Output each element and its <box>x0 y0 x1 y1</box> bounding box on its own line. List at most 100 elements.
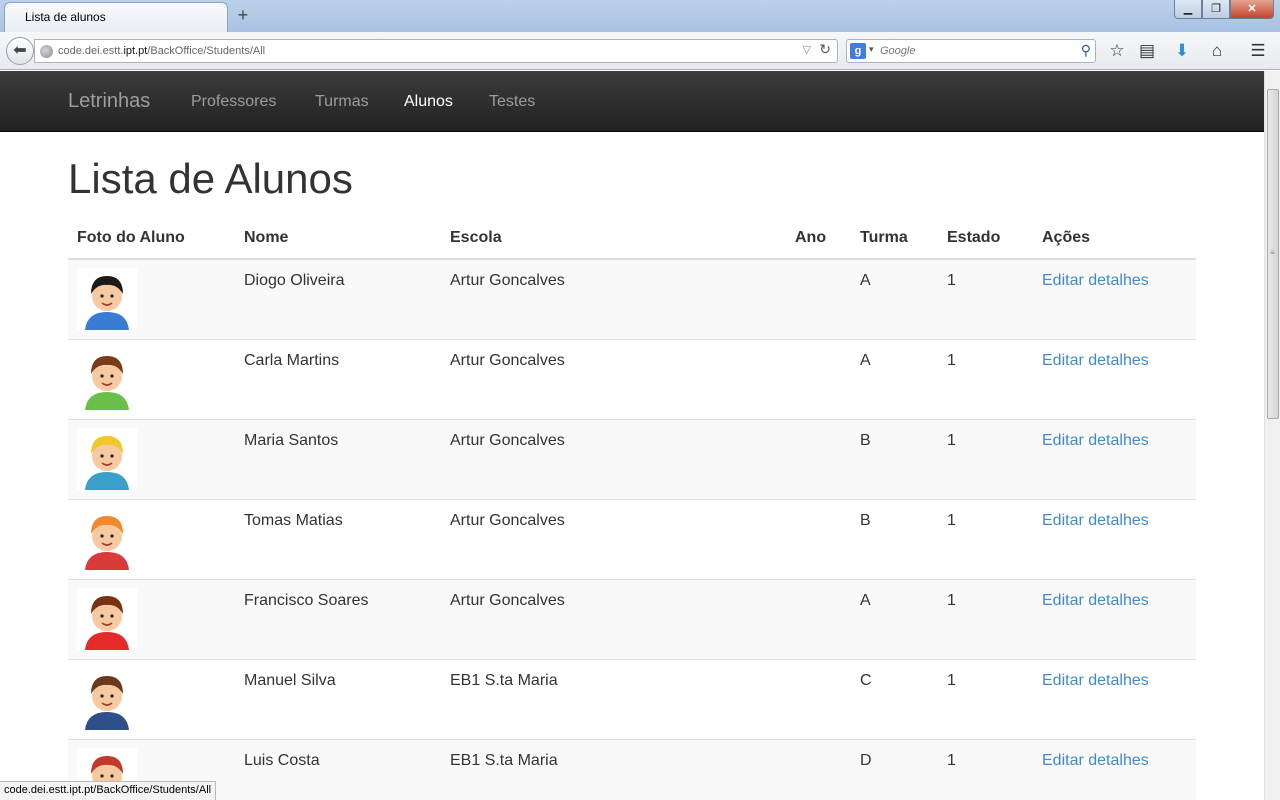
bookmarks-menu-icon[interactable]: ▤ <box>1136 40 1158 62</box>
student-state: 1 <box>938 498 1033 579</box>
page-title: Lista de Alunos <box>68 155 353 202</box>
browser-tab[interactable]: Lista de alunos <box>4 2 228 32</box>
edit-details-link[interactable]: Editar detalhes <box>1042 592 1149 609</box>
student-actions: Editar detalhes <box>1033 418 1196 499</box>
new-tab-button[interactable]: + <box>232 4 254 26</box>
edit-details-link[interactable]: Editar detalhes <box>1042 432 1149 449</box>
student-actions: Editar detalhes <box>1033 258 1196 339</box>
student-actions: Editar detalhes <box>1033 658 1196 739</box>
column-header-name: Nome <box>235 221 441 260</box>
student-state: 1 <box>938 738 1033 800</box>
student-year <box>786 418 851 499</box>
navbar-brand[interactable]: Letrinhas <box>68 90 150 113</box>
student-school: Artur Goncalves <box>441 498 786 579</box>
edit-details-link[interactable]: Editar detalhes <box>1042 752 1149 769</box>
student-actions: Editar detalhes <box>1033 338 1196 419</box>
vertical-scrollbar[interactable]: ≡ <box>1264 71 1280 800</box>
edit-details-link[interactable]: Editar detalhes <box>1042 352 1149 369</box>
google-icon[interactable]: g <box>850 43 866 59</box>
students-table: Foto do Aluno Nome Escola Ano Turma Esta… <box>68 221 1196 800</box>
student-photo <box>68 338 235 419</box>
status-bar: code.dei.estt.ipt.pt/BackOffice/Students… <box>0 781 217 800</box>
edit-details-link[interactable]: Editar detalhes <box>1042 672 1149 689</box>
student-class: B <box>851 498 938 579</box>
student-state: 1 <box>938 418 1033 499</box>
student-school: EB1 S.ta Maria <box>441 738 786 800</box>
reload-icon[interactable]: ↻ <box>819 41 831 58</box>
bookmark-star-icon[interactable]: ☆ <box>1106 40 1128 62</box>
nav-link-turmas[interactable]: Turmas <box>315 93 369 111</box>
student-year <box>786 578 851 659</box>
edit-details-link[interactable]: Editar detalhes <box>1042 512 1149 529</box>
nav-link-alunos[interactable]: Alunos <box>404 93 453 111</box>
student-actions: Editar detalhes <box>1033 578 1196 659</box>
edit-details-link[interactable]: Editar detalhes <box>1042 272 1149 289</box>
table-row: Manuel Silva EB1 S.ta Maria C 1 Editar detal… <box>68 658 1196 739</box>
window-controls: ▁ ❐ ✕ <box>1174 0 1274 20</box>
student-actions: Editar detalhes <box>1033 738 1196 800</box>
student-class: A <box>851 578 938 659</box>
tab-title: Lista de alunos <box>25 10 106 24</box>
student-year <box>786 658 851 739</box>
student-year <box>786 738 851 800</box>
student-state: 1 <box>938 658 1033 739</box>
column-header-school: Escola <box>441 221 786 260</box>
site-navbar: Letrinhas Professores Turmas Alunos Test… <box>0 71 1264 132</box>
search-placeholder[interactable]: Google <box>880 45 915 57</box>
student-school: Artur Goncalves <box>441 338 786 419</box>
student-class: A <box>851 258 938 339</box>
table-row: Carla Martins Artur Goncalves A 1 Editar det… <box>68 338 1196 419</box>
page-viewport: Letrinhas Professores Turmas Alunos Test… <box>0 71 1264 800</box>
table-row: Luis Costa EB1 S.ta Maria D 1 Editar detalhe… <box>68 738 1196 800</box>
column-header-year: Ano <box>786 221 851 260</box>
browser-toolbar: code.dei.estt.ipt.pt/BackOffice/Students… <box>0 32 1280 70</box>
column-header-photo: Foto do Aluno <box>68 221 235 260</box>
student-photo <box>68 418 235 499</box>
home-icon[interactable]: ⌂ <box>1206 40 1228 62</box>
table-header-row: Foto do Aluno Nome Escola Ano Turma Esta… <box>68 221 1196 260</box>
scrollbar-thumb[interactable]: ≡ <box>1267 89 1279 419</box>
student-class: A <box>851 338 938 419</box>
search-engine-dropdown-icon[interactable]: ▾ <box>869 44 874 55</box>
student-photo <box>68 578 235 659</box>
student-class: C <box>851 658 938 739</box>
student-photo <box>68 658 235 739</box>
student-class: B <box>851 418 938 499</box>
search-bar[interactable]: g ▾ Google ⚲ <box>846 39 1096 63</box>
close-button[interactable]: ✕ <box>1230 0 1274 19</box>
url-dropdown-icon[interactable]: ▽ <box>803 43 811 56</box>
student-state: 1 <box>938 338 1033 419</box>
student-actions: Editar detalhes <box>1033 498 1196 579</box>
column-header-actions: Ações <box>1033 221 1196 260</box>
student-class: D <box>851 738 938 800</box>
student-name: Diogo Oliveira <box>235 258 441 339</box>
table-row: Maria Santos Artur Goncalves B 1 Editar deta… <box>68 418 1196 499</box>
browser-titlebar: Lista de alunos + ▁ ❐ ✕ <box>0 0 1280 32</box>
student-photo <box>68 258 235 339</box>
student-name: Tomas Matias <box>235 498 441 579</box>
student-avatar-icon <box>77 268 137 330</box>
student-year <box>786 258 851 339</box>
student-name: Maria Santos <box>235 418 441 499</box>
student-avatar-icon <box>77 427 137 490</box>
student-photo <box>68 498 235 579</box>
student-name: Luis Costa <box>235 738 441 800</box>
student-state: 1 <box>938 578 1033 659</box>
nav-link-testes[interactable]: Testes <box>489 93 535 111</box>
address-bar[interactable]: code.dei.estt.ipt.pt/BackOffice/Students… <box>34 39 838 63</box>
globe-icon <box>40 45 53 58</box>
menu-icon[interactable]: ☰ <box>1247 40 1269 62</box>
nav-link-professores[interactable]: Professores <box>191 93 276 111</box>
search-icon[interactable]: ⚲ <box>1081 42 1091 59</box>
student-year <box>786 498 851 579</box>
url-text[interactable]: code.dei.estt.ipt.pt/BackOffice/Students… <box>58 45 265 57</box>
student-year <box>786 338 851 419</box>
back-button[interactable]: ⬅ <box>6 37 34 65</box>
column-header-class: Turma <box>851 221 938 260</box>
table-row: Diogo Oliveira Artur Goncalves A 1 Editar de… <box>68 258 1196 339</box>
table-row: Tomas Matias Artur Goncalves B 1 Editar deta… <box>68 498 1196 579</box>
minimize-button[interactable]: ▁ <box>1174 0 1202 19</box>
maximize-button[interactable]: ❐ <box>1202 0 1230 19</box>
downloads-icon[interactable]: ⬇ <box>1171 40 1193 62</box>
student-school: Artur Goncalves <box>441 418 786 499</box>
